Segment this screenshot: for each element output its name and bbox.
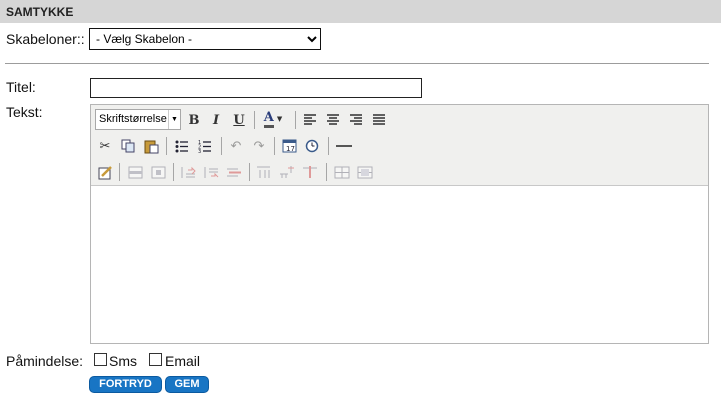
- editor-toolbar: Skriftstørrelse ▼ B I U A ▼ ✂ 1 2 3 ↶ ↷ …: [91, 105, 708, 186]
- undo-icon[interactable]: ↶: [226, 136, 246, 156]
- underline-icon[interactable]: U: [229, 110, 249, 130]
- reminder-label: Påmindelse:: [6, 353, 84, 369]
- title-input[interactable]: [90, 78, 422, 98]
- text-label: Tekst:: [6, 104, 43, 120]
- toolbar-separator: [295, 111, 296, 129]
- align-center-icon[interactable]: [323, 110, 343, 130]
- insert-col-before-icon[interactable]: [254, 162, 274, 182]
- sms-label: Sms: [109, 353, 137, 369]
- delete-col-icon[interactable]: [300, 162, 320, 182]
- insert-row-before-icon[interactable]: [178, 162, 198, 182]
- toolbar-separator: [328, 137, 329, 155]
- toolbar-separator: [221, 137, 222, 155]
- edit-icon[interactable]: [95, 162, 115, 182]
- copy-icon[interactable]: [118, 136, 138, 156]
- font-size-label: Skriftstørrelse: [99, 113, 167, 125]
- row-props-icon[interactable]: [125, 162, 145, 182]
- section-header: SAMTYKKE: [0, 0, 721, 23]
- font-size-select[interactable]: Skriftstørrelse ▼: [95, 109, 181, 130]
- toolbar-separator: [166, 137, 167, 155]
- italic-icon[interactable]: I: [206, 110, 226, 130]
- divider: [5, 63, 709, 64]
- insert-row-after-icon[interactable]: [201, 162, 221, 182]
- cut-icon[interactable]: ✂: [95, 136, 115, 156]
- align-right-icon[interactable]: [346, 110, 366, 130]
- paste-icon[interactable]: [141, 136, 161, 156]
- email-checkbox[interactable]: [149, 353, 162, 366]
- numbered-list-icon[interactable]: 123: [195, 136, 215, 156]
- sms-checkbox[interactable]: [94, 353, 107, 366]
- insert-col-after-icon[interactable]: [277, 162, 297, 182]
- toolbar-separator: [254, 111, 255, 129]
- toolbar-separator: [249, 163, 250, 181]
- insert-time-icon[interactable]: [302, 136, 322, 156]
- title-label: Titel:: [6, 79, 36, 95]
- cell-props-icon[interactable]: [148, 162, 168, 182]
- svg-text:17: 17: [286, 145, 295, 153]
- align-justify-icon[interactable]: [369, 110, 389, 130]
- editor-text-area[interactable]: [91, 186, 708, 343]
- template-select[interactable]: - Vælg Skabelon -: [89, 28, 321, 50]
- svg-text:3: 3: [198, 149, 201, 153]
- bold-icon[interactable]: B: [184, 110, 204, 130]
- cancel-button[interactable]: FORTRYD: [89, 376, 162, 393]
- toolbar-separator: [173, 163, 174, 181]
- chevron-down-icon: ▼: [168, 110, 180, 129]
- redo-icon[interactable]: ↷: [249, 136, 269, 156]
- insert-date-icon[interactable]: 17: [279, 136, 299, 156]
- horizontal-rule-icon[interactable]: [334, 136, 354, 156]
- toolbar-separator: [119, 163, 120, 181]
- delete-row-icon[interactable]: [224, 162, 244, 182]
- font-color-icon[interactable]: A ▼: [259, 109, 287, 129]
- bullet-list-icon[interactable]: [172, 136, 192, 156]
- save-button[interactable]: GEM: [165, 376, 209, 393]
- email-label: Email: [165, 353, 201, 369]
- toolbar-separator: [274, 137, 275, 155]
- toolbar-separator: [326, 163, 327, 181]
- align-left-icon[interactable]: [300, 110, 320, 130]
- split-cells-icon[interactable]: [332, 162, 352, 182]
- rich-text-editor: Skriftstørrelse ▼ B I U A ▼ ✂ 1 2 3 ↶ ↷ …: [90, 104, 709, 344]
- templates-label: Skabeloner::: [6, 31, 85, 47]
- merge-cells-icon[interactable]: [355, 162, 375, 182]
- section-title: SAMTYKKE: [6, 5, 74, 19]
